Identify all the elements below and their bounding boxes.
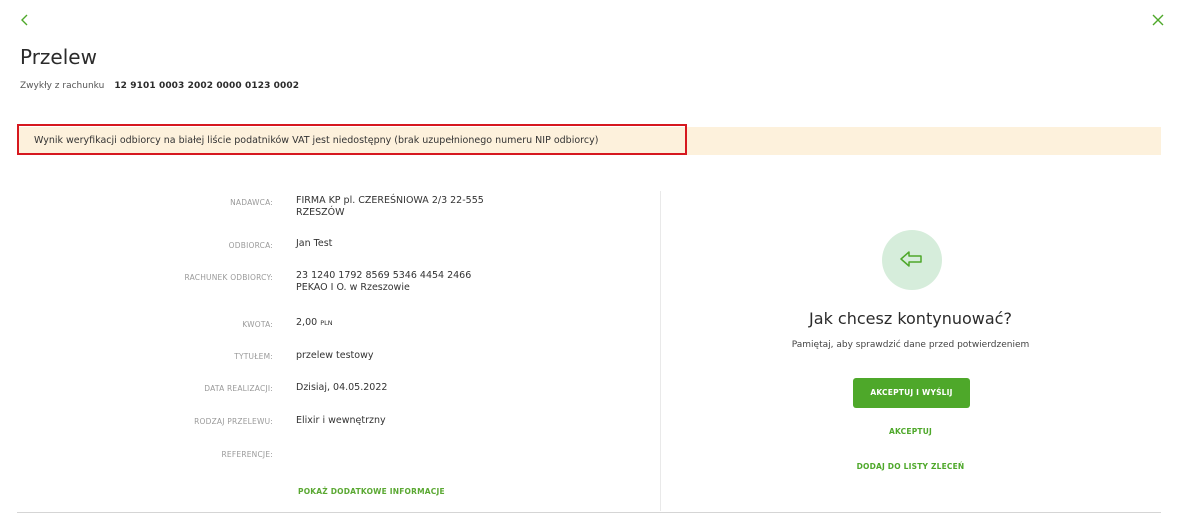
accept-button[interactable]: AKCEPTUJ	[660, 427, 1161, 436]
source-account-info: Zwykły z rachunku 12 9101 0003 2002 0000 …	[20, 81, 299, 91]
accept-and-send-button[interactable]: AKCEPTUJ I WYŚLIJ	[853, 378, 970, 408]
reply-arrow-icon	[900, 251, 922, 267]
recipient-account-label: RACHUNEK ODBIORCY:	[184, 273, 273, 282]
transfer-type-label: RODZAJ PRZELEWU:	[194, 417, 273, 426]
continue-hint: Pamiętaj, aby sprawdzić dane przed potwi…	[791, 340, 1030, 350]
amount-value: 2,00 PLN	[296, 317, 333, 329]
add-to-orders-list-button[interactable]: DODAJ DO LISTY ZLECEŃ	[660, 462, 1161, 471]
transfer-type-value: Elixir i wewnętrzny	[296, 415, 386, 426]
execution-date-value: Dzisiaj, 04.05.2022	[296, 382, 388, 393]
sender-line-1: FIRMA KP pl. CZEREŚNIOWA 2/3 22-555	[296, 195, 484, 206]
recipient-account-value: 23 1240 1792 8569 5346 4454 2466 PEKAO I…	[296, 270, 471, 294]
close-button[interactable]	[1150, 12, 1166, 28]
sender-line-2: RZESZÓW	[296, 207, 345, 218]
recipient-label: ODBIORCA:	[228, 241, 273, 250]
close-icon	[1152, 14, 1164, 26]
transfer-title-label: TYTUŁEM:	[234, 352, 273, 361]
show-more-info-link[interactable]: POKAŻ DODATKOWE INFORMACJE	[298, 487, 445, 496]
execution-date-label: DATA REALIZACJI:	[204, 384, 273, 393]
bottom-divider	[17, 512, 1161, 513]
recipient-account-number: 23 1240 1792 8569 5346 4454 2466	[296, 270, 472, 281]
reply-icon-circle	[882, 230, 942, 290]
verification-message: Wynik weryfikacji odbiorcy na białej liś…	[34, 135, 599, 146]
recipient-value: Jan Test	[296, 238, 333, 249]
source-account-label: Zwykły z rachunku	[20, 81, 105, 91]
sender-label: NADAWCA:	[230, 198, 273, 207]
transfer-title-value: przelew testowy	[296, 350, 374, 361]
recipient-bank-name: PEKAO I O. w Rzeszowie	[296, 282, 410, 293]
chevron-left-icon	[21, 14, 28, 26]
amount-label: KWOTA:	[242, 320, 273, 329]
sender-value: FIRMA KP pl. CZEREŚNIOWA 2/3 22-555 RZES…	[296, 195, 484, 219]
page-title: Przelew	[20, 45, 97, 69]
continue-question: Jak chcesz kontynuować?	[809, 309, 1012, 328]
reference-label: REFERENCJE:	[221, 450, 273, 459]
source-account-number: 12 9101 0003 2002 0000 0123 0002	[114, 81, 300, 91]
amount-number: 2,00	[296, 317, 318, 328]
back-button[interactable]	[18, 11, 32, 29]
amount-currency: PLN	[320, 319, 333, 327]
